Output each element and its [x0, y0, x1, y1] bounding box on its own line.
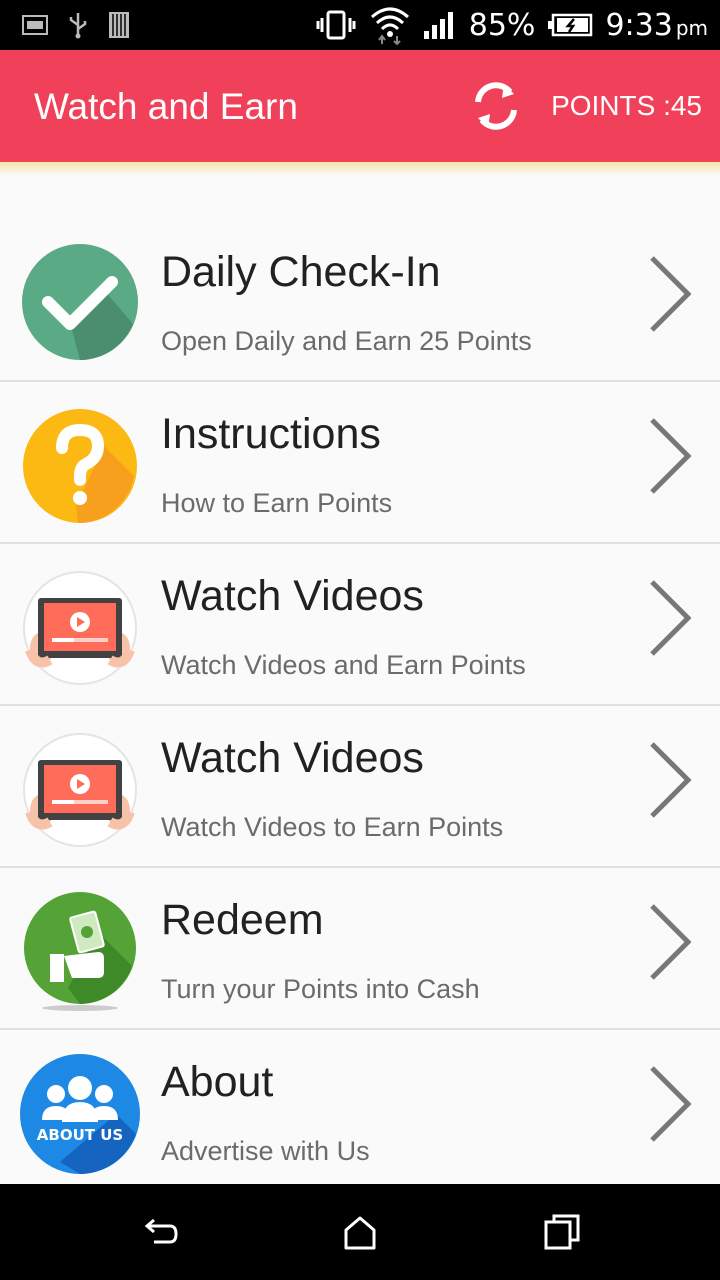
menu-item-subtitle: Open Daily and Earn 25 Points — [161, 326, 532, 356]
menu-item-title: Watch Videos — [161, 734, 424, 782]
signal-icon — [423, 12, 453, 39]
menu-item-subtitle: Turn your Points into Cash — [161, 974, 480, 1004]
battery-icon — [548, 13, 593, 37]
video-tablet-icon — [23, 571, 137, 685]
refresh-icon[interactable] — [470, 78, 522, 134]
menu-item-daily-check-in[interactable]: Daily Check-In Open Daily and Earn 25 Po… — [0, 220, 720, 382]
chevron-right-icon — [650, 418, 692, 494]
clock-ampm: pm — [675, 15, 708, 40]
menu-item-title: Watch Videos — [161, 572, 424, 620]
menu-item-title: About — [161, 1058, 274, 1106]
menu-item-subtitle: How to Earn Points — [161, 488, 393, 518]
menu-item-redeem[interactable]: Redeem Turn your Points into Cash — [0, 868, 720, 1030]
menu-item-subtitle: Watch Videos and Earn Points — [161, 650, 526, 680]
chevron-right-icon — [650, 904, 692, 980]
about-us-icon: ABOUT US — [20, 1054, 140, 1174]
video-tablet-icon — [23, 733, 137, 847]
menu-item-subtitle: Advertise with Us — [161, 1136, 370, 1166]
app-bar-shadow — [0, 162, 720, 176]
menu-item-title: Redeem — [161, 896, 324, 944]
check-icon — [22, 244, 138, 360]
navigation-bar — [0, 1184, 720, 1280]
clock-time: 9:33 — [605, 7, 673, 43]
battery-percent: 85% — [468, 7, 536, 43]
menu-item-watch-videos-1[interactable]: Watch Videos Watch Videos and Earn Point… — [0, 544, 720, 706]
menu-list: Daily Check-In Open Daily and Earn 25 Po… — [0, 220, 720, 1192]
menu-item-title: Instructions — [161, 410, 381, 458]
chevron-right-icon — [650, 742, 692, 818]
chevron-right-icon — [650, 1066, 692, 1142]
question-icon — [23, 409, 137, 523]
menu-item-subtitle: Watch Videos to Earn Points — [161, 812, 504, 842]
image-icon — [22, 15, 48, 35]
menu-item-title: Daily Check-In — [161, 248, 441, 296]
sd-card-icon — [109, 12, 129, 38]
app-bar: Watch and Earn POINTS :45 — [0, 50, 720, 162]
status-bar: 85% 9:33 pm — [0, 0, 720, 50]
clock: 9:33 pm — [605, 8, 708, 43]
points-counter: POINTS :45 — [551, 90, 702, 121]
recents-icon[interactable] — [542, 1212, 582, 1252]
cash-hand-icon — [24, 892, 136, 1011]
wifi-icon — [370, 7, 409, 45]
home-icon[interactable] — [340, 1212, 380, 1252]
menu-item-watch-videos-2[interactable]: Watch Videos Watch Videos to Earn Points — [0, 706, 720, 868]
menu-item-about[interactable]: ABOUT US About Advertise with Us — [0, 1030, 720, 1192]
usb-icon — [69, 13, 87, 39]
back-icon[interactable] — [140, 1212, 180, 1252]
menu-item-instructions[interactable]: Instructions How to Earn Points — [0, 382, 720, 544]
chevron-right-icon — [650, 256, 692, 332]
app-title: Watch and Earn — [34, 86, 298, 127]
about-us-icon-text: ABOUT US — [37, 1126, 123, 1144]
chevron-right-icon — [650, 580, 692, 656]
vibrate-icon — [316, 10, 356, 40]
